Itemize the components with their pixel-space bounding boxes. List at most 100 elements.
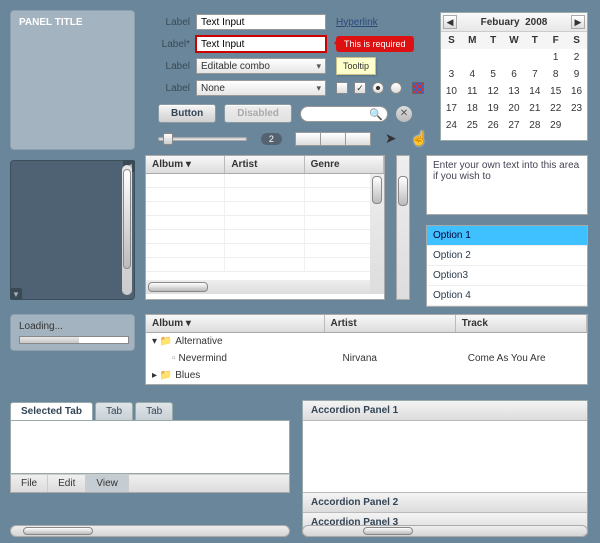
- calendar-next[interactable]: ▶: [571, 15, 585, 29]
- cal-day[interactable]: 29: [545, 117, 566, 134]
- cal-day[interactable]: 14: [524, 83, 545, 100]
- radio-selected[interactable]: [372, 82, 384, 94]
- panel-card: PANEL TITLE: [10, 10, 135, 150]
- cal-day[interactable]: 24: [441, 117, 462, 134]
- progress-bar: [19, 336, 129, 344]
- grid-scroll-h[interactable]: [146, 280, 370, 294]
- cal-day[interactable]: 20: [504, 100, 525, 117]
- cal-day[interactable]: 22: [545, 100, 566, 117]
- form-row-1: Label Hyperlink: [150, 14, 378, 30]
- cal-day[interactable]: 16: [566, 83, 587, 100]
- cal-day: [462, 49, 483, 66]
- cal-day[interactable]: 23: [566, 100, 587, 117]
- col-artist[interactable]: Artist: [225, 156, 304, 173]
- cal-dow: S: [441, 32, 462, 49]
- cal-day[interactable]: 13: [504, 83, 525, 100]
- calendar-prev[interactable]: ◀: [443, 15, 457, 29]
- checkbox-checked[interactable]: ✓: [354, 82, 366, 94]
- col-album[interactable]: Album ▾: [146, 156, 225, 173]
- tree-file-row[interactable]: ▫Nevermind Nirvana Come As You Are: [146, 350, 587, 367]
- color-picker-icon[interactable]: [412, 82, 424, 94]
- list-item[interactable]: Option3: [427, 266, 587, 286]
- tree-folder-row[interactable]: ▸ 📁Blues: [146, 367, 587, 384]
- close-button[interactable]: ✕: [396, 106, 412, 122]
- cal-day[interactable]: 1: [545, 49, 566, 66]
- label-3: Label: [150, 61, 190, 72]
- cal-day[interactable]: 15: [545, 83, 566, 100]
- cal-day[interactable]: 19: [483, 100, 504, 117]
- folder-icon: 📁: [160, 370, 172, 381]
- slider[interactable]: [158, 137, 247, 141]
- textarea[interactable]: Enter your own text into this area if yo…: [426, 155, 588, 215]
- cal-day[interactable]: 4: [462, 66, 483, 83]
- select-combo[interactable]: None: [196, 80, 326, 96]
- cal-day[interactable]: 7: [524, 66, 545, 83]
- accordion: Accordion Panel 1 Accordion Panel 2 Acco…: [302, 400, 588, 534]
- grid-scroll-v[interactable]: [370, 174, 384, 294]
- cal-day[interactable]: 17: [441, 100, 462, 117]
- search-input[interactable]: 🔍: [300, 106, 388, 122]
- menu-view[interactable]: View: [86, 475, 129, 492]
- list-item[interactable]: Option 2: [427, 246, 587, 266]
- standalone-vscroll[interactable]: [396, 155, 410, 300]
- cal-dow: T: [483, 32, 504, 49]
- primary-button[interactable]: Button: [158, 104, 216, 123]
- editable-combo[interactable]: Editable combo: [196, 58, 326, 74]
- disabled-button: Disabled: [224, 104, 292, 123]
- cal-day[interactable]: 12: [483, 83, 504, 100]
- cal-day[interactable]: 5: [483, 66, 504, 83]
- cal-day[interactable]: 18: [462, 100, 483, 117]
- cal-day[interactable]: 9: [566, 66, 587, 83]
- cursor-arrow-icon: ➤: [385, 130, 397, 147]
- cal-day[interactable]: 26: [483, 117, 504, 134]
- cal-day[interactable]: 6: [504, 66, 525, 83]
- label-1: Label: [150, 17, 190, 28]
- list-item[interactable]: Option 4: [427, 286, 587, 306]
- menu-edit[interactable]: Edit: [48, 475, 86, 492]
- tree-col-album[interactable]: Album ▾: [146, 315, 325, 332]
- panel-title: PANEL TITLE: [11, 11, 134, 34]
- loading-label: Loading...: [19, 321, 126, 332]
- slider-thumb[interactable]: [163, 133, 173, 145]
- cal-day[interactable]: 10: [441, 83, 462, 100]
- cal-day[interactable]: 25: [462, 117, 483, 134]
- radio-empty[interactable]: [390, 82, 402, 94]
- cal-day[interactable]: 3: [441, 66, 462, 83]
- text-input-error[interactable]: [196, 36, 326, 52]
- cal-day[interactable]: 28: [524, 117, 545, 134]
- listbox[interactable]: Option 1 Option 2 Option3 Option 4: [426, 225, 588, 307]
- cal-day[interactable]: 8: [545, 66, 566, 83]
- expander-icon[interactable]: ▾: [152, 336, 157, 347]
- tree-col-track[interactable]: Track: [456, 315, 587, 332]
- cal-day[interactable]: 21: [524, 100, 545, 117]
- text-input-1[interactable]: [196, 14, 326, 30]
- checkbox-empty[interactable]: [336, 82, 348, 94]
- tab-3[interactable]: Tab: [135, 402, 173, 420]
- expander-icon[interactable]: ▸: [152, 370, 157, 381]
- accordion-header-1[interactable]: Accordion Panel 1: [303, 401, 587, 421]
- tree-folder-row[interactable]: ▾ 📁Alternative: [146, 333, 587, 350]
- tab-selected[interactable]: Selected Tab: [10, 402, 93, 420]
- hscroll-left[interactable]: [10, 525, 290, 537]
- list-item[interactable]: Option 1: [427, 226, 587, 246]
- hyperlink[interactable]: Hyperlink: [336, 17, 378, 28]
- vscroll-thumb[interactable]: [123, 169, 131, 269]
- dark-panel-vscroll[interactable]: [122, 165, 132, 295]
- cal-day[interactable]: 27: [504, 117, 525, 134]
- cal-day: [441, 134, 462, 140]
- col-genre[interactable]: Genre: [305, 156, 384, 173]
- panel-nav-down[interactable]: ▼: [10, 288, 22, 300]
- cal-day[interactable]: 2: [566, 49, 587, 66]
- tree-col-artist[interactable]: Artist: [325, 315, 456, 332]
- cal-day[interactable]: 11: [462, 83, 483, 100]
- segmented-control[interactable]: [296, 132, 371, 146]
- menu-file[interactable]: File: [11, 475, 48, 492]
- tab-2[interactable]: Tab: [95, 402, 133, 420]
- search-icon[interactable]: 🔍: [369, 108, 383, 121]
- accordion-header-2[interactable]: Accordion Panel 2: [303, 493, 587, 513]
- cal-dow: T: [524, 32, 545, 49]
- error-message: This is required: [336, 36, 414, 52]
- hscroll-right[interactable]: [302, 525, 588, 537]
- label-2: Label*: [150, 39, 190, 50]
- data-grid: Album ▾ Artist Genre: [145, 155, 385, 300]
